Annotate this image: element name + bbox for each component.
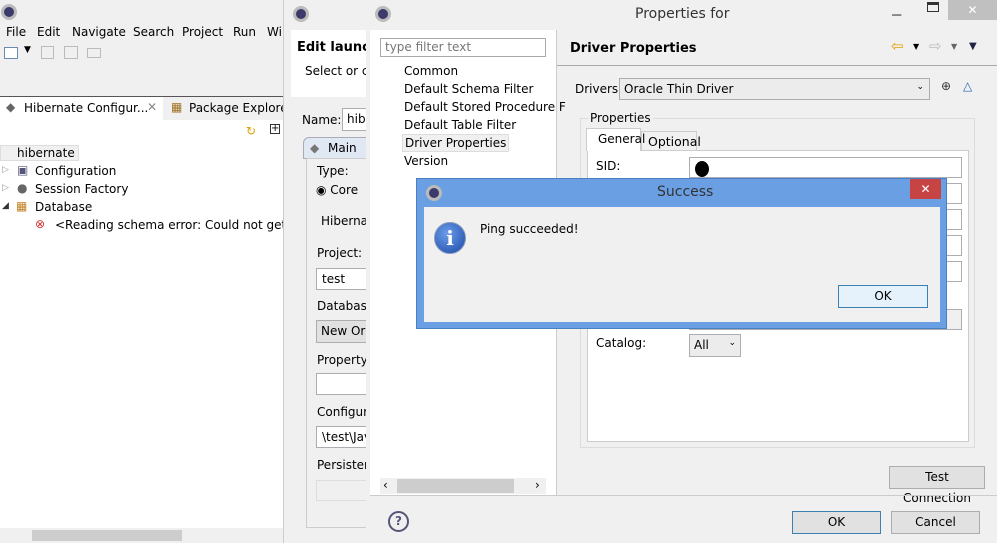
success-ok-button[interactable]: OK xyxy=(838,285,928,308)
menu-file[interactable]: File xyxy=(6,25,26,39)
success-message: Ping succeeded! xyxy=(480,222,579,236)
forward-dropdown-icon[interactable]: ▼ xyxy=(951,42,957,51)
configuration-icon: ▣ xyxy=(17,163,29,177)
dialog-title: Properties for xyxy=(635,6,730,22)
info-icon: i xyxy=(434,222,466,254)
catalog-select[interactable]: All ⌄ xyxy=(689,334,741,357)
tab-main[interactable]: ◆ Main xyxy=(303,137,373,159)
eclipse-icon xyxy=(426,185,442,201)
eclipse-icon xyxy=(293,6,309,22)
view-menu-icon[interactable]: ▼ xyxy=(969,41,977,52)
session-factory-icon: ● xyxy=(17,181,28,195)
menu-run[interactable]: Run xyxy=(233,25,256,39)
tab-general[interactable]: General xyxy=(586,128,645,151)
print-icon[interactable] xyxy=(87,48,101,58)
eclipse-icon xyxy=(375,6,391,22)
chevron-down-icon: ⌄ xyxy=(916,82,924,92)
tab-hibernate-configurations[interactable]: ◆ Hibernate Configur... ✕ xyxy=(0,97,163,120)
save-icon[interactable] xyxy=(41,46,54,59)
tree-collapser[interactable]: ◢ xyxy=(2,201,9,211)
tab-label: Package Explorer xyxy=(189,101,293,115)
package-icon: ▦ xyxy=(171,100,183,114)
back-icon[interactable]: ⇦ xyxy=(891,37,904,55)
cancel-button[interactable]: Cancel xyxy=(891,511,980,534)
tree-expander[interactable]: ▷ xyxy=(2,165,9,175)
menu-edit[interactable]: Edit xyxy=(37,25,60,39)
nav-horizontal-scrollbar[interactable]: ‹ › xyxy=(380,478,546,494)
tree-item-configuration[interactable]: Configuration xyxy=(35,164,116,178)
chevron-down-icon: ⌄ xyxy=(728,338,736,348)
ok-button[interactable]: OK xyxy=(792,511,881,534)
dropdown-icon[interactable]: ▼ xyxy=(24,45,31,55)
catalog-label: Catalog: xyxy=(596,336,647,350)
sid-input[interactable] xyxy=(689,157,962,178)
type-label: Type: xyxy=(317,164,349,178)
menu-bar: File Edit Navigate Search Project Run Wi xyxy=(0,24,283,42)
back-dropdown-icon[interactable]: ▼ xyxy=(913,42,919,51)
expand-icon[interactable]: + xyxy=(270,124,280,134)
database-icon: ▦ xyxy=(16,199,28,213)
name-label: Name: xyxy=(302,113,342,127)
nav-item-common[interactable]: Common xyxy=(404,64,458,78)
sid-label: SID: xyxy=(596,159,621,173)
drivers-select[interactable]: Oracle Thin Driver ⌄ xyxy=(619,78,930,100)
drivers-label: Drivers: xyxy=(575,82,623,96)
nav-item-driver-properties[interactable]: Driver Properties xyxy=(402,134,510,152)
minimize-button[interactable]: ▁ xyxy=(892,2,901,16)
main-icon: ◆ xyxy=(310,141,320,155)
save-all-icon[interactable] xyxy=(64,46,78,59)
tree-item-error[interactable]: <Reading schema error: Could not get lis… xyxy=(55,218,318,232)
tree-root-hibernate[interactable]: hibernate xyxy=(0,145,79,161)
edit-launch-dialog: Edit launch Select or co Name: hib ◆ Mai… xyxy=(283,0,382,543)
edit-driver-icon[interactable]: △ xyxy=(963,79,972,93)
tree-item-session-factory[interactable]: Session Factory xyxy=(35,182,128,196)
property-file-label: Property xyxy=(317,353,368,367)
menu-window[interactable]: Wi xyxy=(267,25,282,39)
close-button[interactable]: ✕ xyxy=(948,0,997,20)
error-icon: ⊗ xyxy=(35,217,46,231)
test-connection-button[interactable]: Test Connection xyxy=(889,466,985,505)
add-driver-icon[interactable]: ⊕ xyxy=(941,79,951,93)
eclipse-icon xyxy=(1,4,17,20)
menu-project[interactable]: Project xyxy=(182,25,223,39)
tab-label: Hibernate Configur... xyxy=(24,101,149,115)
hibernate-icon: ◆ xyxy=(6,100,16,114)
success-title: Success xyxy=(657,184,714,200)
tree-expander[interactable]: ▷ xyxy=(2,183,9,193)
new-icon[interactable] xyxy=(4,47,18,59)
project-label: Project: xyxy=(317,246,363,260)
forward-icon[interactable]: ⇨ xyxy=(929,37,942,55)
maximize-button[interactable] xyxy=(927,2,939,12)
hibernate-version-label: Hibernat xyxy=(321,214,373,228)
success-dialog: Success ✕ i Ping succeeded! OK xyxy=(416,178,947,329)
properties-group-label: Properties xyxy=(588,111,653,125)
menu-search[interactable]: Search xyxy=(133,25,174,39)
page-header: Driver Properties xyxy=(570,41,697,56)
help-icon[interactable]: ? xyxy=(388,511,409,532)
core-radio[interactable]: ◉ Core xyxy=(316,183,358,197)
refresh-icon[interactable]: ↻ xyxy=(246,124,256,138)
nav-item-default-schema-filter[interactable]: Default Schema Filter xyxy=(404,82,533,96)
tree-item-database[interactable]: Database xyxy=(35,200,92,214)
menu-navigate[interactable]: Navigate xyxy=(72,25,126,39)
tab-package-explorer[interactable]: ▦ Package Explorer xyxy=(165,97,293,120)
nav-item-default-table-filter[interactable]: Default Table Filter xyxy=(404,118,516,132)
filter-input[interactable]: type filter text xyxy=(380,38,546,57)
tab-optional[interactable]: Optional xyxy=(641,131,701,151)
nav-item-default-stored-procedure-filter[interactable]: Default Stored Procedure F xyxy=(404,100,566,114)
close-button[interactable]: ✕ xyxy=(910,179,941,199)
horizontal-scrollbar[interactable] xyxy=(0,528,283,543)
eclipse-window: File Edit Navigate Search Project Run Wi… xyxy=(0,0,318,543)
nav-item-version[interactable]: Version xyxy=(404,154,448,168)
close-icon[interactable]: ✕ xyxy=(147,100,157,114)
